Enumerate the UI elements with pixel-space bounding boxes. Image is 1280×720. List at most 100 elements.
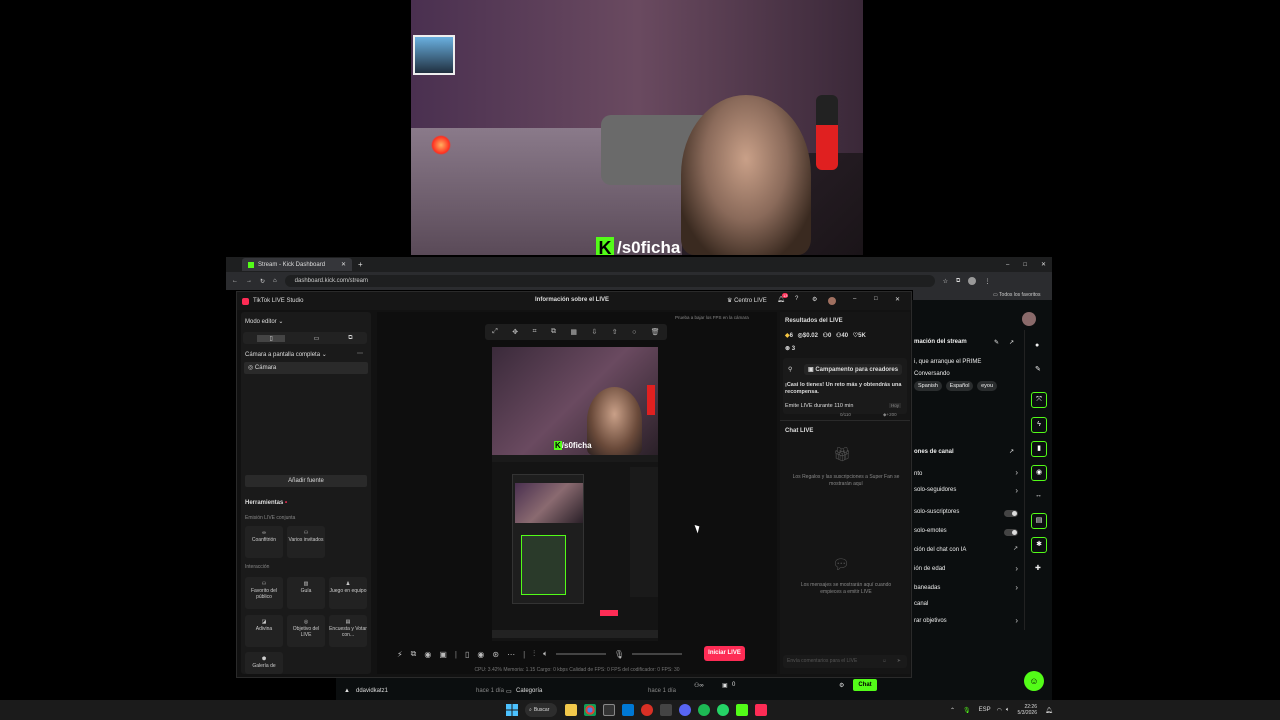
layout-icon[interactable]: ▤ [1031,513,1047,529]
tiktok-app-icon[interactable] [755,704,767,716]
whatsapp-icon[interactable] [717,704,729,716]
editor-mode-dropdown[interactable]: Modo editor ⌄ [245,318,283,325]
profile-avatar[interactable] [828,297,836,305]
chevron-right-icon[interactable]: › [1015,583,1018,592]
reload-icon[interactable]: ↻ [260,278,265,285]
chevron-right-icon[interactable]: › [1015,486,1018,495]
maximize-window-icon[interactable]: □ [1023,262,1027,268]
emotes-only-toggle[interactable] [1004,529,1018,536]
team-game-button[interactable]: ♟ Juego en equipo [329,577,367,609]
close-icon[interactable]: ✕ [895,296,900,303]
user-avatar[interactable] [1022,312,1036,326]
chevron-right-icon[interactable]: › [1015,616,1018,625]
position-icon[interactable]: ✥ [512,328,518,336]
clock[interactable]: 22:26 5/3/2026 [1018,704,1037,716]
support-icon[interactable]: ☺ [1024,671,1044,691]
maximize-icon[interactable]: □ [874,296,878,302]
poll-button[interactable]: ▤ Encuesta y Votar con... [329,615,367,647]
audio-mixer-icon[interactable]: ⫶ [533,649,535,659]
crop-icon[interactable]: ⌗ [533,328,537,336]
transform-icon[interactable]: ⤢ [492,328,498,336]
start-icon[interactable] [506,704,518,716]
chevron-up-icon[interactable]: ⌃ [950,707,955,714]
layer-up-icon[interactable]: ⇧ [612,328,618,336]
chevron-right-icon[interactable]: › [1015,564,1018,573]
portrait-icon[interactable]: ▯ [257,334,285,342]
live-goal-button[interactable]: ◎ Objetivo del LIVE [287,615,325,647]
chat-option[interactable]: solo-seguidores [914,487,956,493]
browser-tab[interactable]: Stream - Kick Dashboard ✕ [242,258,352,271]
external-link-icon[interactable]: ↗ [1009,339,1014,346]
favorite-button[interactable]: ⚇ Favorito del público [245,577,283,609]
clip-icon[interactable]: ⤧ [1031,392,1047,408]
delete-icon[interactable]: 🗑︎ [651,328,660,336]
discord-icon[interactable] [679,704,691,716]
more-icon[interactable]: ⋯ [507,650,515,659]
edit-icon[interactable]: ✎ [994,339,999,346]
spotify-icon[interactable] [698,704,710,716]
filter-icon[interactable]: ▦ [570,328,577,336]
sticker-icon[interactable]: ▣ [439,650,447,659]
speaker-volume-slider[interactable] [555,653,606,655]
settings-icon[interactable]: ⚙ [839,682,844,689]
chat-option[interactable]: baneadas [914,585,940,591]
creator-center-button[interactable]: ♛ Centro LIVE [727,297,767,304]
effects-icon[interactable]: ⧉ [411,649,417,659]
volume-icon[interactable]: 🔈︎ [1006,707,1010,714]
minimize-window-icon[interactable]: – [1006,262,1009,268]
subscribers-only-toggle[interactable] [1004,510,1018,517]
add-source-button[interactable]: Añadir fuente [245,475,367,487]
chat-option[interactable]: nto [914,471,922,477]
chrome-icon[interactable] [584,704,596,716]
terminal-icon[interactable] [603,704,615,716]
emoji-icon[interactable]: ☺ [882,655,887,668]
go-live-button[interactable]: Iniciar LIVE [704,646,745,661]
pencil-icon[interactable]: ✎ [1035,365,1041,373]
mail-icon[interactable] [622,704,634,716]
wifi-icon[interactable]: ◠ [997,707,1002,714]
chat-input[interactable]: Envía comentarios para el LIVE ☺ ➤ [783,655,907,668]
more-icon[interactable]: ⋯ [357,350,363,357]
minimize-icon[interactable]: – [853,296,856,302]
chat-option[interactable]: canal [914,601,928,607]
gallery-button[interactable]: ⬢ Galería de [245,652,283,674]
external-link-icon[interactable]: ↗ [1009,448,1014,455]
external-link-icon[interactable]: ↗ [1013,545,1018,552]
guess-button[interactable]: ◪ Adivina [245,615,283,647]
settings-icon[interactable]: ⚙ [812,296,817,303]
wrench-icon[interactable]: ✱ [1031,537,1047,553]
guide-button[interactable]: ▥ Guía [287,577,325,609]
phone-icon[interactable]: ▯ [465,650,469,659]
forward-icon[interactable]: → [246,278,252,284]
taskbar-search[interactable]: ⌕ Buscar [525,703,557,717]
replay-icon[interactable]: ⊛ [492,650,499,659]
mic-icon[interactable]: 🎙︎ [614,650,624,659]
kick-app-icon[interactable] [736,704,748,716]
home-icon[interactable]: ⌂ [273,278,277,284]
url-field[interactable]: dashboard.kick.com/stream [284,275,935,287]
language-indicator[interactable]: ESP [979,707,991,713]
mic-volume-slider[interactable] [632,653,683,655]
new-tab-icon[interactable]: + [358,260,363,269]
speaker-icon[interactable]: 🔈︎ [543,649,548,659]
magic-icon[interactable]: ⚡︎ [397,650,403,659]
cube-icon[interactable] [660,704,672,716]
chat-option[interactable]: ión de edad [914,566,945,572]
bolt-icon[interactable]: ϟ [1031,417,1047,433]
profile-avatar[interactable] [968,277,977,285]
chat-button[interactable]: Chat [853,679,877,691]
chat-option[interactable]: rar objetivos [914,618,947,624]
puzzle-icon[interactable]: ✚ [1035,564,1041,572]
back-icon[interactable]: ← [232,278,238,284]
record-icon[interactable]: ◉ [477,650,484,659]
obs-icon[interactable] [641,704,653,716]
filter-icon[interactable]: ◉ [424,650,431,659]
info-icon[interactable]: ● [1035,342,1039,349]
trash-icon[interactable]: ▮ [1031,441,1047,457]
notifications-icon[interactable]: 🔔︎ [1045,707,1053,714]
expand-icon[interactable]: ↔ [1035,492,1042,499]
chat-option[interactable]: ción del chat con IA [914,547,966,553]
menu-icon[interactable]: ⋮ [984,278,990,285]
star-icon[interactable]: ☆ [943,278,948,285]
scene-dropdown[interactable]: Cámara a pantalla completa ⌄ [245,351,327,358]
